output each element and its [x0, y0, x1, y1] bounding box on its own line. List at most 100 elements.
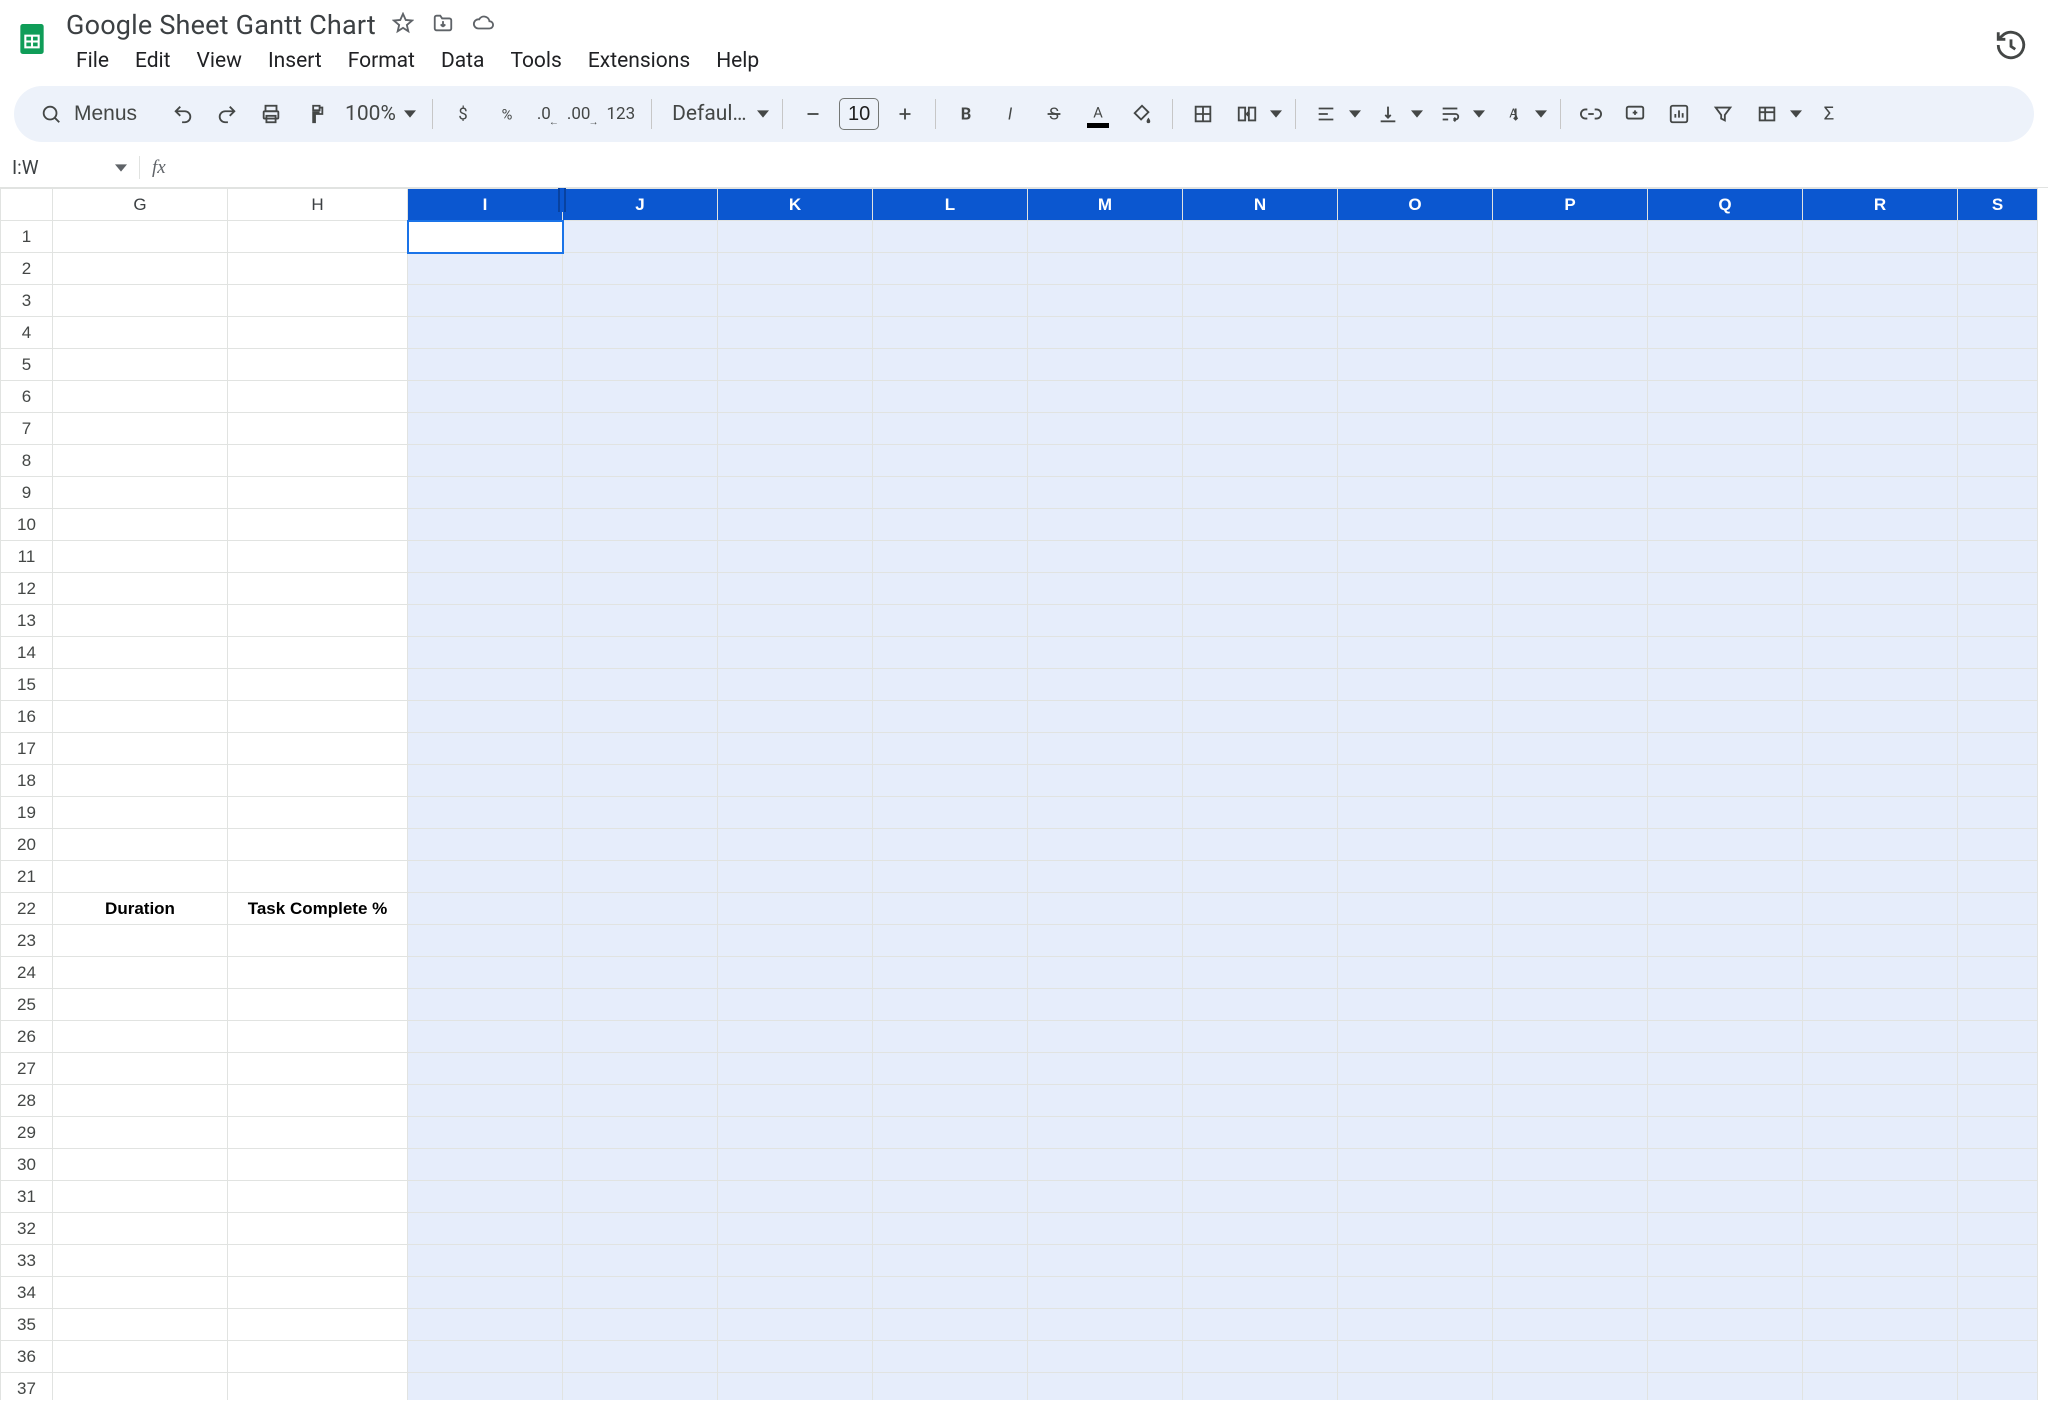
cell-L6[interactable]	[873, 381, 1028, 413]
cell-P21[interactable]	[1493, 861, 1648, 893]
cell-Q21[interactable]	[1648, 861, 1803, 893]
cell-I33[interactable]	[408, 1245, 563, 1277]
cell-L15[interactable]	[873, 669, 1028, 701]
cell-J11[interactable]	[563, 541, 718, 573]
menu-edit[interactable]: Edit	[123, 45, 183, 77]
row-header-8[interactable]: 8	[1, 445, 53, 477]
cell-O2[interactable]	[1338, 253, 1493, 285]
cell-S16[interactable]	[1958, 701, 2038, 733]
cell-N19[interactable]	[1183, 797, 1338, 829]
cell-G37[interactable]	[53, 1373, 228, 1401]
cell-K10[interactable]	[718, 509, 873, 541]
cell-N18[interactable]	[1183, 765, 1338, 797]
cell-G28[interactable]	[53, 1085, 228, 1117]
cell-H13[interactable]	[228, 605, 408, 637]
cell-P11[interactable]	[1493, 541, 1648, 573]
cell-R27[interactable]	[1803, 1053, 1958, 1085]
cell-G27[interactable]	[53, 1053, 228, 1085]
cell-R23[interactable]	[1803, 925, 1958, 957]
cell-N33[interactable]	[1183, 1245, 1338, 1277]
cell-O34[interactable]	[1338, 1277, 1493, 1309]
table-view-button[interactable]	[1747, 94, 1787, 134]
cell-N6[interactable]	[1183, 381, 1338, 413]
cell-J32[interactable]	[563, 1213, 718, 1245]
cell-P25[interactable]	[1493, 989, 1648, 1021]
cell-P20[interactable]	[1493, 829, 1648, 861]
cell-Q16[interactable]	[1648, 701, 1803, 733]
cell-P7[interactable]	[1493, 413, 1648, 445]
cell-R11[interactable]	[1803, 541, 1958, 573]
cell-H16[interactable]	[228, 701, 408, 733]
cell-I30[interactable]	[408, 1149, 563, 1181]
cell-Q3[interactable]	[1648, 285, 1803, 317]
cell-J24[interactable]	[563, 957, 718, 989]
cell-L11[interactable]	[873, 541, 1028, 573]
row-header-27[interactable]: 27	[1, 1053, 53, 1085]
cell-J12[interactable]	[563, 573, 718, 605]
row-header-15[interactable]: 15	[1, 669, 53, 701]
cell-P16[interactable]	[1493, 701, 1648, 733]
cell-G20[interactable]	[53, 829, 228, 861]
cell-R8[interactable]	[1803, 445, 1958, 477]
cell-R34[interactable]	[1803, 1277, 1958, 1309]
cell-S3[interactable]	[1958, 285, 2038, 317]
cell-N12[interactable]	[1183, 573, 1338, 605]
cell-G15[interactable]	[53, 669, 228, 701]
row-header-17[interactable]: 17	[1, 733, 53, 765]
cell-R3[interactable]	[1803, 285, 1958, 317]
cell-S24[interactable]	[1958, 957, 2038, 989]
horizontal-align-button[interactable]	[1306, 94, 1346, 134]
cell-R37[interactable]	[1803, 1373, 1958, 1401]
cell-N30[interactable]	[1183, 1149, 1338, 1181]
cell-R12[interactable]	[1803, 573, 1958, 605]
strikethrough-button[interactable]: S	[1034, 94, 1074, 134]
cell-J7[interactable]	[563, 413, 718, 445]
cell-L22[interactable]	[873, 893, 1028, 925]
cell-J6[interactable]	[563, 381, 718, 413]
cell-K26[interactable]	[718, 1021, 873, 1053]
cell-Q29[interactable]	[1648, 1117, 1803, 1149]
cell-G11[interactable]	[53, 541, 228, 573]
cell-L26[interactable]	[873, 1021, 1028, 1053]
cell-G33[interactable]	[53, 1245, 228, 1277]
cell-G19[interactable]	[53, 797, 228, 829]
cell-R15[interactable]	[1803, 669, 1958, 701]
cell-R4[interactable]	[1803, 317, 1958, 349]
cell-S1[interactable]	[1958, 221, 2038, 253]
row-header-22[interactable]: 22	[1, 893, 53, 925]
cell-J23[interactable]	[563, 925, 718, 957]
cell-J19[interactable]	[563, 797, 718, 829]
cell-S29[interactable]	[1958, 1117, 2038, 1149]
cell-H15[interactable]	[228, 669, 408, 701]
cell-J17[interactable]	[563, 733, 718, 765]
column-header-I[interactable]: I	[408, 189, 563, 221]
cell-R5[interactable]	[1803, 349, 1958, 381]
cell-Q26[interactable]	[1648, 1021, 1803, 1053]
cell-G14[interactable]	[53, 637, 228, 669]
cell-Q28[interactable]	[1648, 1085, 1803, 1117]
zoom-dropdown[interactable]: 100%	[339, 102, 422, 126]
cell-S33[interactable]	[1958, 1245, 2038, 1277]
cell-L13[interactable]	[873, 605, 1028, 637]
cell-I7[interactable]	[408, 413, 563, 445]
cell-L35[interactable]	[873, 1309, 1028, 1341]
cell-I24[interactable]	[408, 957, 563, 989]
cell-R28[interactable]	[1803, 1085, 1958, 1117]
cell-K31[interactable]	[718, 1181, 873, 1213]
bold-button[interactable]: B	[946, 94, 986, 134]
cell-N23[interactable]	[1183, 925, 1338, 957]
cell-N17[interactable]	[1183, 733, 1338, 765]
cell-G18[interactable]	[53, 765, 228, 797]
cell-S18[interactable]	[1958, 765, 2038, 797]
cell-P26[interactable]	[1493, 1021, 1648, 1053]
cell-H24[interactable]	[228, 957, 408, 989]
cell-O5[interactable]	[1338, 349, 1493, 381]
column-header-M[interactable]: M	[1028, 189, 1183, 221]
column-resize-handle[interactable]	[558, 188, 566, 212]
row-header-12[interactable]: 12	[1, 573, 53, 605]
menu-extensions[interactable]: Extensions	[576, 45, 702, 77]
row-header-29[interactable]: 29	[1, 1117, 53, 1149]
cell-M21[interactable]	[1028, 861, 1183, 893]
cell-I34[interactable]	[408, 1277, 563, 1309]
row-header-19[interactable]: 19	[1, 797, 53, 829]
